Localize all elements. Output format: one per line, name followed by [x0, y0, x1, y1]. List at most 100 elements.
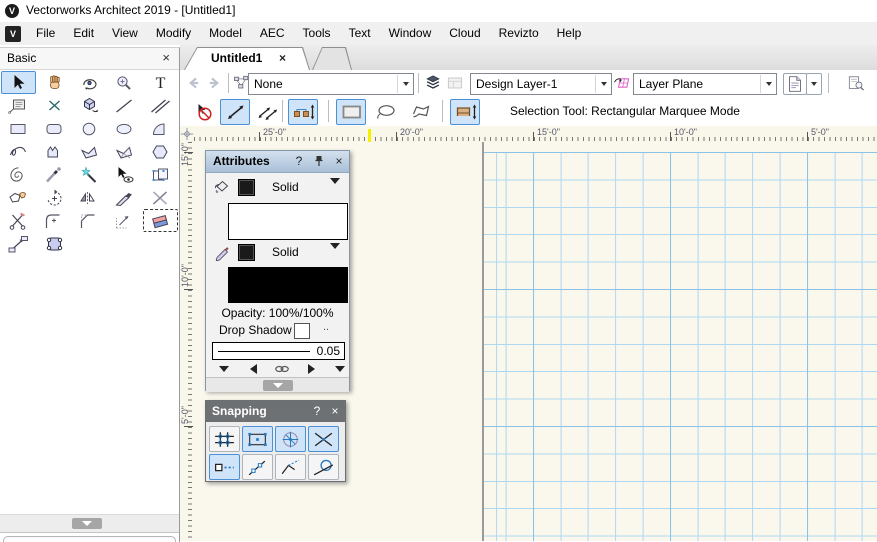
clip-frame-tool[interactable]: [143, 163, 178, 186]
pan-tool[interactable]: [36, 71, 71, 94]
Window[interactable]: Window: [380, 22, 441, 45]
callout-tool[interactable]: [1, 94, 36, 117]
deform-tool[interactable]: [1, 186, 36, 209]
layers-button[interactable]: [423, 72, 443, 94]
previous-attributes-button[interactable]: [245, 362, 261, 376]
chevron-down-icon[interactable]: [330, 184, 340, 202]
link-attributes-icon[interactable]: [274, 362, 290, 376]
fill-style-value[interactable]: Solid: [272, 180, 299, 194]
design-layer-select[interactable]: Design Layer-1: [470, 73, 612, 95]
intersection-snap[interactable]: [308, 426, 339, 452]
move-by-points-mode[interactable]: [220, 99, 250, 125]
double-line-tool[interactable]: [143, 94, 178, 117]
chevron-down-icon[interactable]: [397, 75, 413, 93]
disabled-interactive-mode[interactable]: [188, 99, 218, 125]
translate-3d-tool[interactable]: [72, 94, 107, 117]
attributes-collapse-button[interactable]: [263, 380, 293, 391]
interactive-scaling-mode[interactable]: [288, 99, 318, 125]
eyedropper-tool[interactable]: [36, 163, 71, 186]
line-tool[interactable]: [107, 94, 142, 117]
delete-tool[interactable]: [36, 94, 71, 117]
polygon-marquee-mode[interactable]: [404, 99, 434, 125]
layer-plane-button[interactable]: [612, 72, 632, 94]
chevron-down-icon[interactable]: [595, 75, 611, 93]
new-tab-stub[interactable]: [312, 47, 352, 70]
fillet-tool[interactable]: [36, 209, 71, 232]
saved-view-select[interactable]: None: [248, 73, 414, 95]
Tools[interactable]: Tools: [294, 22, 340, 45]
selection-tool[interactable]: [1, 71, 36, 94]
drop-shadow-options[interactable]: ..: [323, 321, 329, 333]
back-button[interactable]: [184, 72, 204, 94]
document-options-dropdown[interactable]: [806, 73, 822, 95]
rectangular-marquee-mode[interactable]: [336, 99, 366, 125]
document-options-button[interactable]: [783, 73, 807, 95]
polygon-tool[interactable]: [72, 140, 107, 163]
tab-close-icon[interactable]: ×: [279, 51, 286, 65]
tangent-snap[interactable]: [308, 454, 339, 480]
pen-color-swatch[interactable]: [238, 244, 255, 261]
Edit[interactable]: Edit: [64, 22, 103, 45]
page-zoom-button[interactable]: [846, 72, 866, 94]
Revizto[interactable]: Revizto: [490, 22, 548, 45]
connect-combine-tool[interactable]: [36, 232, 71, 255]
select-similar-tool[interactable]: [107, 163, 142, 186]
distance-snap[interactable]: [242, 454, 273, 480]
help-button[interactable]: ?: [292, 154, 306, 168]
resize-tool[interactable]: [1, 232, 36, 255]
close-icon[interactable]: ×: [332, 154, 346, 168]
regular-polygon-tool[interactable]: [143, 140, 178, 163]
mirror-tool[interactable]: [72, 186, 107, 209]
clip-tool[interactable]: [1, 209, 36, 232]
attributes-title-bar[interactable]: Attributes ? ×: [206, 151, 349, 173]
3d-polygon-tool[interactable]: [107, 140, 142, 163]
Model[interactable]: Model: [200, 22, 251, 45]
Cloud[interactable]: Cloud: [440, 22, 489, 45]
basic-palette-header[interactable]: Basic ×: [0, 48, 179, 70]
palette-collapse-button[interactable]: [72, 518, 102, 529]
pen-style-value[interactable]: Solid: [272, 245, 299, 259]
eraser-tool[interactable]: [143, 209, 178, 232]
close-icon[interactable]: ×: [162, 50, 170, 65]
zoom-tool[interactable]: [107, 71, 142, 94]
snapping-title-bar[interactable]: Snapping ? ×: [206, 401, 345, 422]
fill-color-swatch[interactable]: [238, 179, 255, 196]
line-weight-field[interactable]: 0.05: [212, 342, 345, 360]
smart-edge-snap[interactable]: [275, 454, 306, 480]
forward-button[interactable]: [204, 72, 224, 94]
freehand-tool[interactable]: [1, 140, 36, 163]
viewports-button[interactable]: [445, 72, 465, 94]
layer-plane-select[interactable]: Layer Plane: [633, 73, 777, 95]
grid-snap[interactable]: [209, 426, 240, 452]
rotate-tool[interactable]: [36, 186, 71, 209]
duplicate-move-mode[interactable]: [252, 99, 282, 125]
attribute-wand-tool[interactable]: [72, 163, 107, 186]
next-attributes-button[interactable]: [303, 362, 319, 376]
AEC[interactable]: AEC: [251, 22, 294, 45]
circle-tool[interactable]: [72, 117, 107, 140]
offset-tool[interactable]: [107, 209, 142, 232]
close-icon[interactable]: ×: [328, 404, 342, 418]
chevron-down-icon[interactable]: [760, 75, 776, 93]
help-button[interactable]: ?: [310, 404, 324, 418]
object-snap[interactable]: [242, 426, 273, 452]
drag-symbol-insertion-mode[interactable]: [450, 99, 480, 125]
collapsed-palette-bar[interactable]: [3, 536, 176, 542]
pin-icon[interactable]: [314, 155, 324, 167]
trim-tool[interactable]: [143, 186, 178, 209]
File[interactable]: File: [27, 22, 64, 45]
flyover-tool[interactable]: [72, 71, 107, 94]
spiral-tool[interactable]: [1, 163, 36, 186]
chevron-down-icon[interactable]: [330, 249, 340, 267]
pen-icon[interactable]: [212, 243, 232, 261]
polyline-tool[interactable]: [36, 140, 71, 163]
lasso-marquee-mode[interactable]: [370, 99, 400, 125]
rounded-rectangle-tool[interactable]: [36, 117, 71, 140]
smart-point-snap[interactable]: [209, 454, 240, 480]
drop-shadow-checkbox[interactable]: [294, 323, 310, 339]
text-tool[interactable]: [143, 71, 178, 94]
fill-preview[interactable]: [228, 203, 348, 240]
pen-preview[interactable]: [228, 267, 348, 303]
View[interactable]: View: [103, 22, 147, 45]
fill-bucket-icon[interactable]: [212, 178, 232, 196]
